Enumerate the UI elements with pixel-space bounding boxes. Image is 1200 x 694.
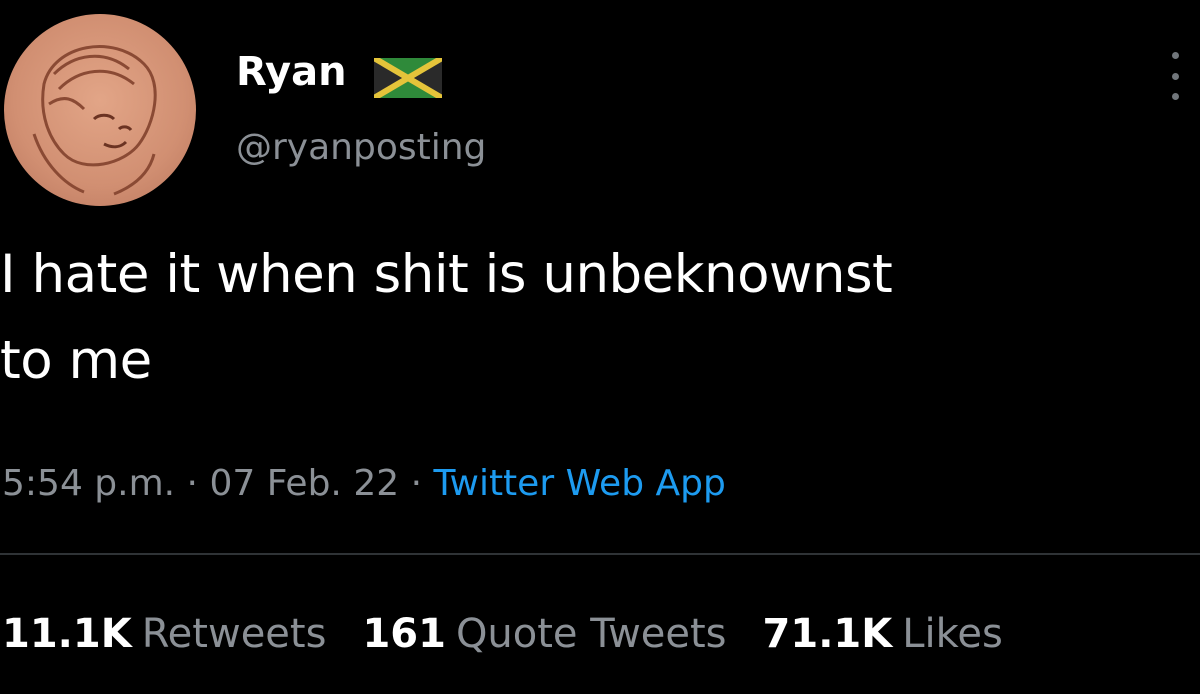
retweets-count: 11.1K <box>2 611 132 657</box>
jamaica-flag-icon <box>374 58 442 98</box>
tweet: Ryan @ryanposting I hate it when shit is… <box>0 0 1200 694</box>
meta-separator: · <box>399 463 434 504</box>
display-name[interactable]: Ryan <box>236 48 347 96</box>
divider <box>0 553 1200 555</box>
tweet-time[interactable]: 5:54 p.m. <box>2 463 175 504</box>
more-options-icon[interactable] <box>1158 46 1192 106</box>
tweet-date[interactable]: 07 Feb. 22 <box>209 463 399 504</box>
quote-tweets-count: 161 <box>362 611 446 657</box>
meta-separator: · <box>175 463 210 504</box>
quote-tweets-label: Quote Tweets <box>455 611 727 657</box>
tweet-text-line: I hate it when shit is unbeknownst <box>0 244 893 305</box>
retweets-stat[interactable]: 11.1K Retweets <box>2 606 326 662</box>
avatar-portrait-icon <box>32 45 157 196</box>
tweet-stats: 11.1K Retweets 161 Quote Tweets 71.1K Likes <box>2 606 1039 662</box>
tweet-source-link[interactable]: Twitter Web App <box>433 463 725 504</box>
quote-tweets-stat[interactable]: 161 Quote Tweets <box>362 606 726 662</box>
tweet-text: I hate it when shit is unbeknownst to me <box>0 232 1200 404</box>
likes-count: 71.1K <box>762 611 893 657</box>
avatar[interactable] <box>4 14 196 206</box>
tweet-meta: 5:54 p.m. · 07 Feb. 22 · Twitter Web App <box>2 456 726 512</box>
retweets-label: Retweets <box>141 611 327 657</box>
tweet-text-line: to me <box>0 330 152 391</box>
likes-label: Likes <box>902 611 1003 657</box>
user-handle[interactable]: @ryanposting <box>236 126 486 170</box>
likes-stat[interactable]: 71.1K Likes <box>763 606 1003 662</box>
